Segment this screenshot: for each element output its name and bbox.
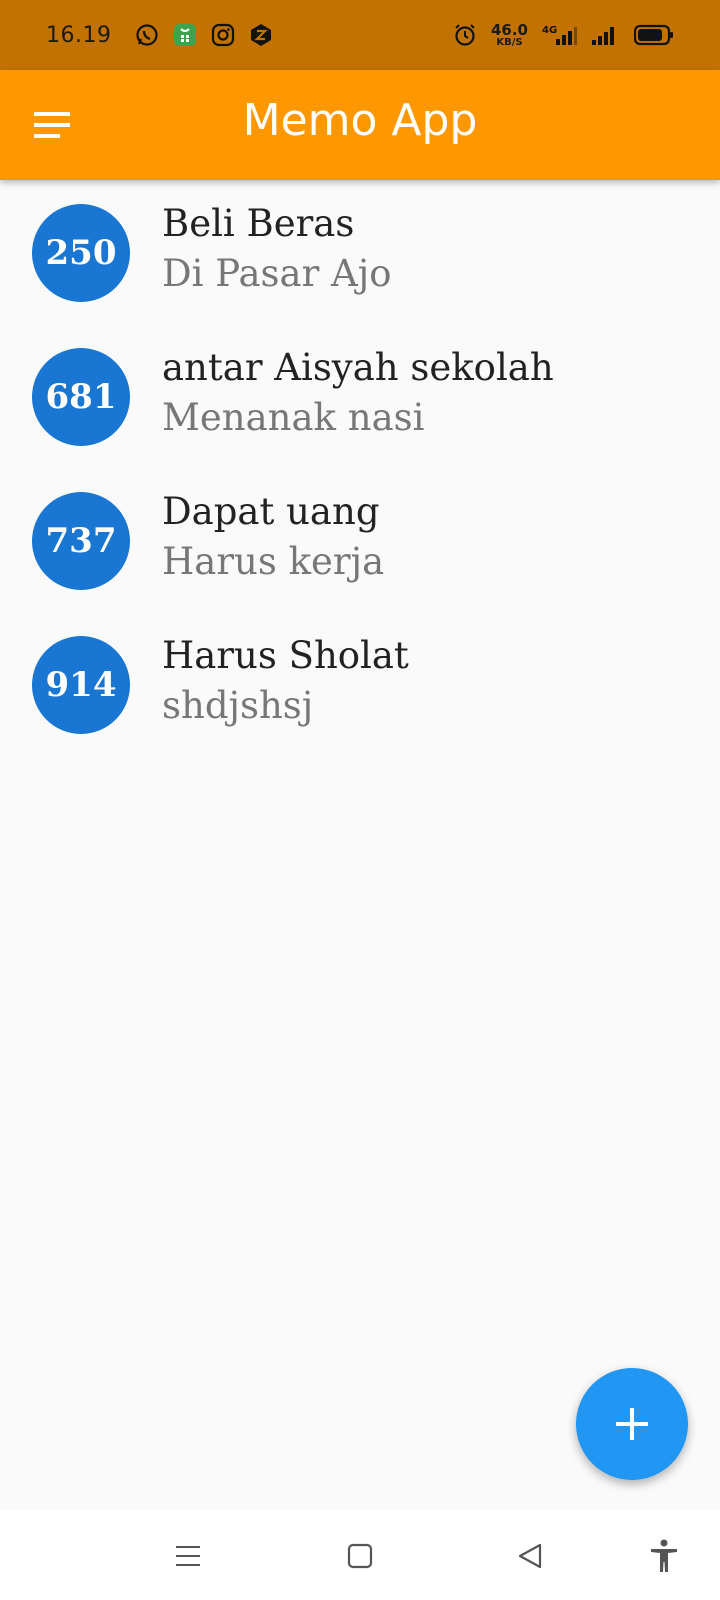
signal-4g-icon: 4G [542, 23, 578, 47]
signal-icon [592, 23, 620, 47]
memo-item[interactable]: 737 Dapat uang Harus kerja [0, 468, 720, 612]
home-button[interactable] [340, 1538, 380, 1574]
status-time: 16.19 [46, 22, 112, 48]
alarm-icon [453, 23, 477, 47]
accessibility-button[interactable] [644, 1538, 684, 1574]
instagram-icon [211, 23, 235, 47]
memo-list: 250 Beli Beras Di Pasar Ajo 681 antar Ai… [0, 180, 720, 756]
memo-item[interactable]: 681 antar Aisyah sekolah Menanak nasi [0, 324, 720, 468]
back-button[interactable] [510, 1538, 550, 1574]
z-app-icon [249, 23, 273, 47]
memo-id-avatar: 250 [32, 204, 130, 302]
memo-item[interactable]: 250 Beli Beras Di Pasar Ajo [0, 180, 720, 324]
app-bar: Memo App [0, 70, 720, 180]
net-speed: 46.0 KB/S [490, 20, 528, 48]
memo-subtitle: Menanak nasi [162, 396, 425, 439]
memo-title: antar Aisyah sekolah [162, 346, 554, 389]
memo-title: Dapat uang [162, 490, 380, 533]
accessibility-icon [651, 1539, 677, 1572]
net-speed-unit: KB/S [496, 36, 523, 48]
recents-button[interactable] [168, 1538, 208, 1574]
status-bar: 16.19 46.0 KB/S 4G [0, 0, 720, 70]
whatsapp-icon [135, 23, 159, 47]
shop-icon [173, 23, 197, 47]
battery-icon [634, 23, 674, 47]
home-icon [347, 1543, 373, 1569]
back-icon [518, 1543, 542, 1569]
memo-subtitle: shdjshsj [162, 684, 314, 727]
memo-title: Harus Sholat [162, 634, 409, 677]
nav-bar [0, 1510, 720, 1600]
status-right: 46.0 KB/S 4G [453, 20, 674, 48]
memo-id-avatar: 914 [32, 636, 130, 734]
app-title: Memo App [242, 95, 478, 146]
add-memo-button[interactable] [576, 1368, 688, 1480]
add-icon [616, 1408, 648, 1440]
memo-title: Beli Beras [162, 202, 355, 245]
svg-text:4G: 4G [542, 25, 557, 36]
memo-id-avatar: 737 [32, 492, 130, 590]
memo-item[interactable]: 914 Harus Sholat shdjshsj [0, 612, 720, 756]
recents-icon [176, 1546, 200, 1566]
status-left: 16.19 [46, 23, 273, 48]
memo-subtitle: Di Pasar Ajo [162, 252, 392, 295]
net-speed-value: 46.0 [490, 20, 528, 39]
memo-subtitle: Harus kerja [162, 540, 385, 583]
memo-id-avatar: 681 [32, 348, 130, 446]
